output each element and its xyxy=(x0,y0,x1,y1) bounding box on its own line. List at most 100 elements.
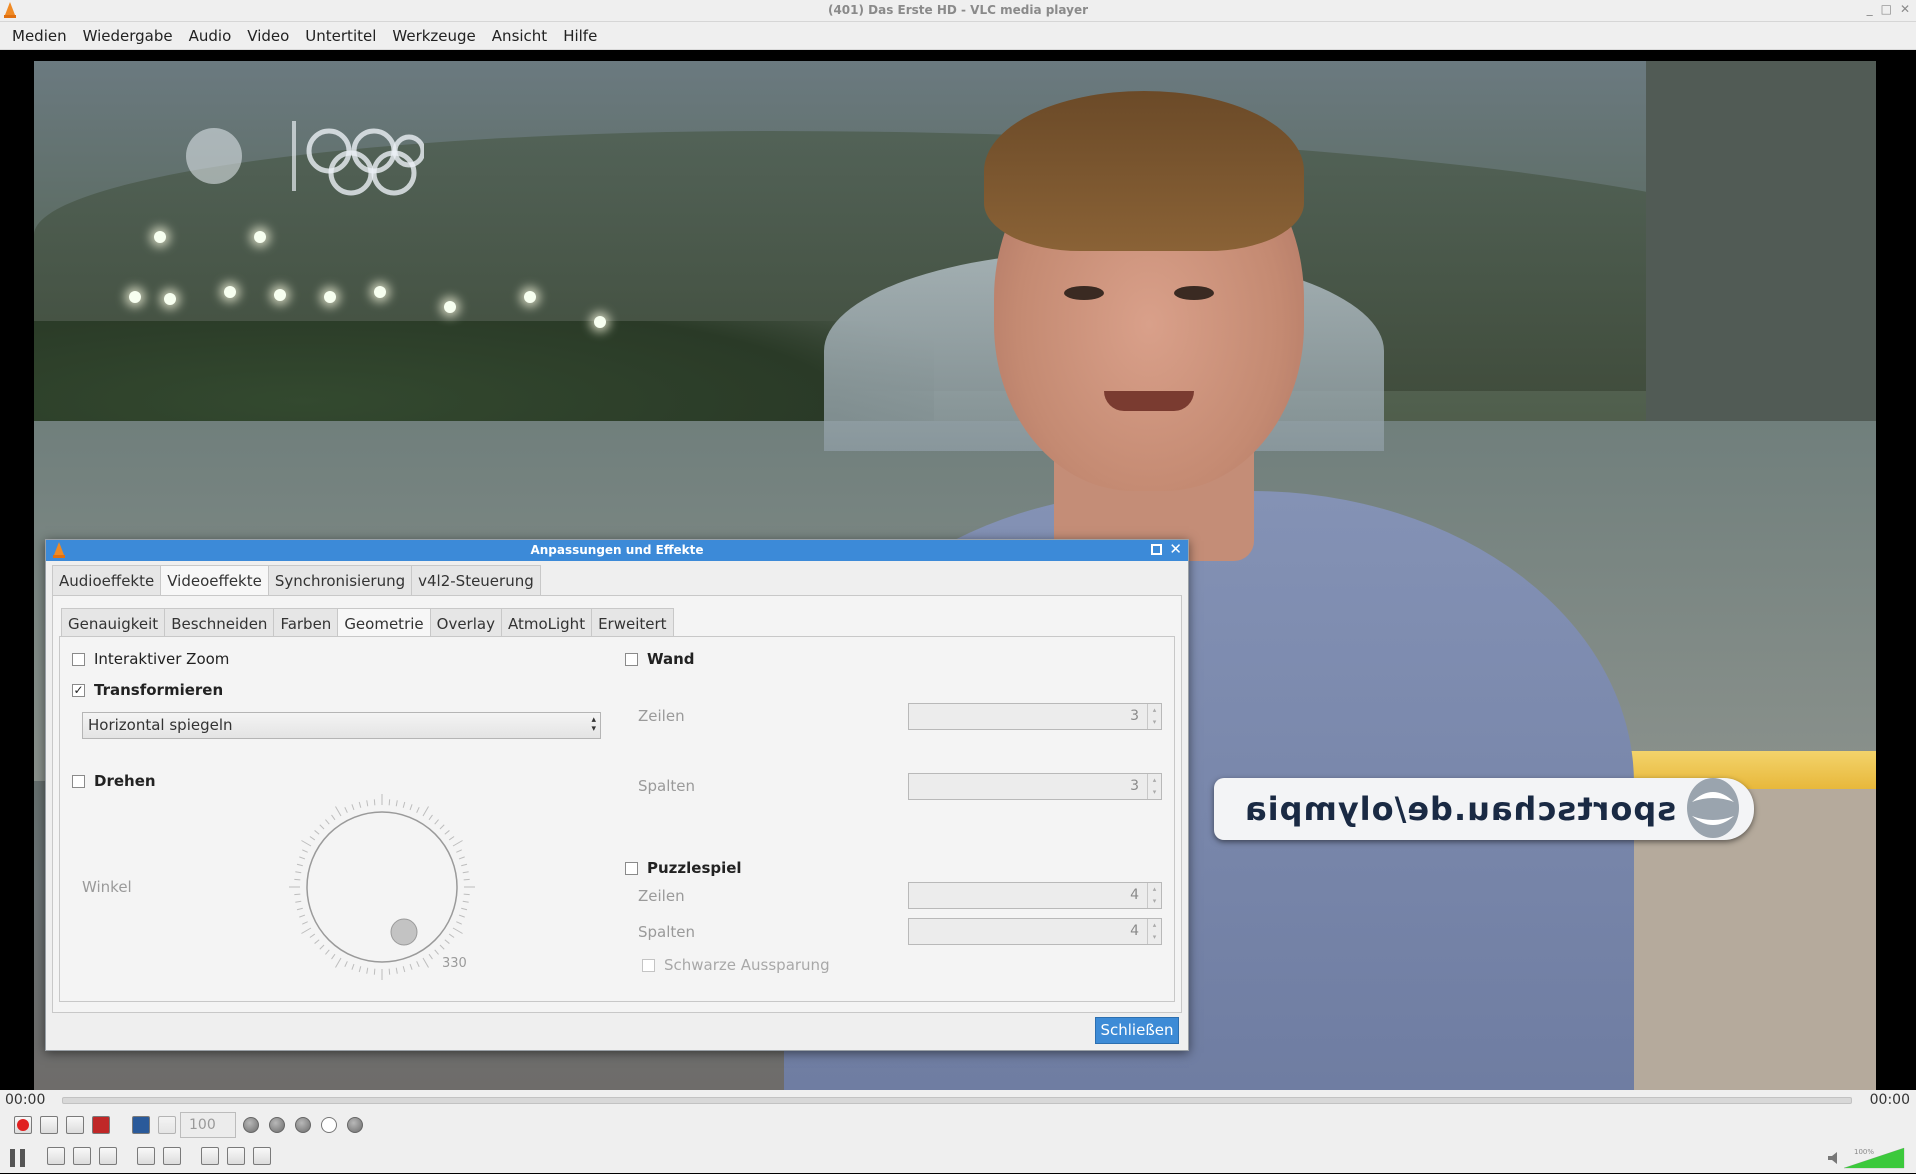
extended-settings-button[interactable] xyxy=(161,1145,183,1167)
menu-untertitel[interactable]: Untertitel xyxy=(297,27,384,45)
stop-button[interactable] xyxy=(71,1145,93,1167)
volume-control[interactable]: 100% xyxy=(1826,1145,1906,1170)
spin-arrows-icon[interactable]: ▴ ▾ xyxy=(1147,704,1161,729)
interactive-zoom-label: Interaktiver Zoom xyxy=(94,650,230,668)
transform-type-value: Horizontal spiegeln xyxy=(88,716,233,734)
playlist-button[interactable] xyxy=(199,1145,221,1167)
interactive-zoom-checkbox[interactable]: Interaktiver Zoom xyxy=(72,650,229,668)
elapsed-time: 00:00 xyxy=(5,1092,46,1108)
wall-cols-value: 3 xyxy=(1130,778,1139,794)
subtab-beschneiden[interactable]: Beschneiden xyxy=(164,608,275,637)
effect-button-2[interactable] xyxy=(266,1114,288,1136)
wall-rows-value: 3 xyxy=(1130,708,1139,724)
effect-button-5[interactable] xyxy=(344,1114,366,1136)
menu-hilfe[interactable]: Hilfe xyxy=(555,27,605,45)
dialog-maximize-icon[interactable] xyxy=(1151,544,1162,555)
effect-button-4[interactable] xyxy=(318,1114,340,1136)
total-time: 00:00 xyxy=(1869,1092,1910,1108)
tab-v4l2-steuerung[interactable]: v4l2-Steuerung xyxy=(411,565,541,595)
menu-werkzeuge[interactable]: Werkzeuge xyxy=(384,27,483,45)
aspect-button[interactable] xyxy=(130,1114,152,1136)
black-slot-label: Schwarze Aussparung xyxy=(664,956,830,974)
wall-checkbox[interactable]: Wand xyxy=(625,650,695,668)
next-icon xyxy=(99,1147,117,1165)
puzzle-rows-spinbox[interactable]: 4 ▴ ▾ xyxy=(908,882,1162,909)
subtab-geometrie[interactable]: Geometrie xyxy=(337,608,431,637)
tab-videoeffekte[interactable]: Videoeffekte xyxy=(160,565,269,595)
rotate-label: Drehen xyxy=(94,772,156,790)
puzzle-cols-spinbox[interactable]: 4 ▴ ▾ xyxy=(908,918,1162,945)
loop-ab-button[interactable] xyxy=(64,1114,86,1136)
spin-arrows-icon[interactable]: ▴ ▾ xyxy=(1147,883,1161,908)
checkbox-box[interactable] xyxy=(625,861,638,875)
circle-icon xyxy=(347,1117,363,1133)
subtab-erweitert[interactable]: Erweitert xyxy=(591,608,674,637)
playback-rate-value: 100 xyxy=(189,1117,216,1133)
menubar: Medien Wiedergabe Audio Video Untertitel… xyxy=(0,22,1916,50)
close-dialog-label: Schließen xyxy=(1100,1021,1174,1039)
seek-slider[interactable] xyxy=(62,1097,1852,1104)
subtab-atmolight[interactable]: AtmoLight xyxy=(500,608,593,637)
transform-type-select[interactable]: Horizontal spiegeln ▴ ▾ xyxy=(82,712,601,739)
wall-rows-spinbox[interactable]: 3 ▴ ▾ xyxy=(908,703,1162,730)
minimize-button[interactable]: _ xyxy=(1867,2,1873,16)
snapshot-button[interactable] xyxy=(38,1114,60,1136)
checkbox-box[interactable] xyxy=(72,774,85,788)
checkbox-box[interactable] xyxy=(72,652,85,666)
loop-button[interactable] xyxy=(225,1145,247,1167)
menu-audio[interactable]: Audio xyxy=(181,27,240,45)
deinterlace-icon xyxy=(158,1116,176,1134)
spin-arrows-icon[interactable]: ▴ ▾ xyxy=(1147,919,1161,944)
deinterlace-button[interactable] xyxy=(156,1114,178,1136)
video-effects-panel: Genauigkeit Beschneiden Farben Geometrie… xyxy=(52,595,1182,1013)
subtab-farben[interactable]: Farben xyxy=(273,608,339,637)
video-effects-subtabbar: Genauigkeit Beschneiden Farben Geometrie… xyxy=(61,608,674,637)
check-icon[interactable]: ✓ xyxy=(72,683,85,697)
menu-video[interactable]: Video xyxy=(239,27,297,45)
geometry-panel: Interaktiver Zoom ✓ Transformieren Horiz… xyxy=(59,636,1175,1002)
tab-synchronisierung[interactable]: Synchronisierung xyxy=(267,565,413,595)
wall-cols-spinbox[interactable]: 3 ▴ ▾ xyxy=(908,773,1162,800)
angle-value: 330 xyxy=(442,956,467,971)
next-button[interactable] xyxy=(97,1145,119,1167)
snapshot-icon xyxy=(40,1116,58,1134)
subtab-genauigkeit[interactable]: Genauigkeit xyxy=(61,608,166,637)
effect-button-1[interactable] xyxy=(240,1114,262,1136)
wall-label: Wand xyxy=(647,650,695,668)
olympic-logo xyxy=(186,121,424,196)
rotate-checkbox[interactable]: Drehen xyxy=(72,772,156,790)
maximize-button[interactable]: □ xyxy=(1881,2,1892,16)
menu-medien[interactable]: Medien xyxy=(4,27,75,45)
circle-icon xyxy=(321,1117,337,1133)
playback-rate-field[interactable]: 100 xyxy=(180,1112,236,1138)
menu-wiedergabe[interactable]: Wiedergabe xyxy=(75,27,181,45)
shuffle-button[interactable] xyxy=(251,1145,273,1167)
record-button[interactable] xyxy=(12,1114,34,1136)
previous-button[interactable] xyxy=(45,1145,67,1167)
spin-arrows-icon[interactable]: ▴ ▾ xyxy=(1147,774,1161,799)
effects-tabbar: Audioeffekte Videoeffekte Synchronisieru… xyxy=(52,565,541,595)
close-dialog-button[interactable]: Schließen xyxy=(1095,1017,1179,1044)
black-slot-checkbox[interactable]: Schwarze Aussparung xyxy=(642,956,830,974)
pause-button[interactable] xyxy=(5,1145,31,1171)
video-area[interactable]: sportschau.de/olympia Anpassungen und Ef… xyxy=(0,51,1916,1090)
tab-audioeffekte[interactable]: Audioeffekte xyxy=(52,565,162,595)
dialog-close-icon[interactable]: ✕ xyxy=(1169,540,1182,558)
checkbox-box[interactable] xyxy=(642,958,655,972)
previous-icon xyxy=(47,1147,65,1165)
window-title: (401) Das Erste HD - VLC media player xyxy=(827,3,1089,17)
speaker-icon xyxy=(1828,1152,1837,1164)
menu-ansicht[interactable]: Ansicht xyxy=(484,27,555,45)
subtab-overlay[interactable]: Overlay xyxy=(429,608,502,637)
close-window-button[interactable]: ✕ xyxy=(1900,2,1910,16)
adjustments-effects-dialog: Anpassungen und Effekte ✕ Audioeffekte V… xyxy=(45,539,1189,1051)
loop-icon xyxy=(227,1147,245,1165)
transform-checkbox[interactable]: ✓ Transformieren xyxy=(72,681,223,699)
rotation-dial[interactable] xyxy=(282,792,482,982)
fullscreen-button[interactable] xyxy=(135,1145,157,1167)
puzzle-checkbox[interactable]: Puzzlespiel xyxy=(625,859,742,877)
checkbox-box[interactable] xyxy=(625,652,638,666)
effect-button-3[interactable] xyxy=(292,1114,314,1136)
frame-step-button[interactable] xyxy=(90,1114,112,1136)
dial-knob[interactable] xyxy=(390,918,418,946)
